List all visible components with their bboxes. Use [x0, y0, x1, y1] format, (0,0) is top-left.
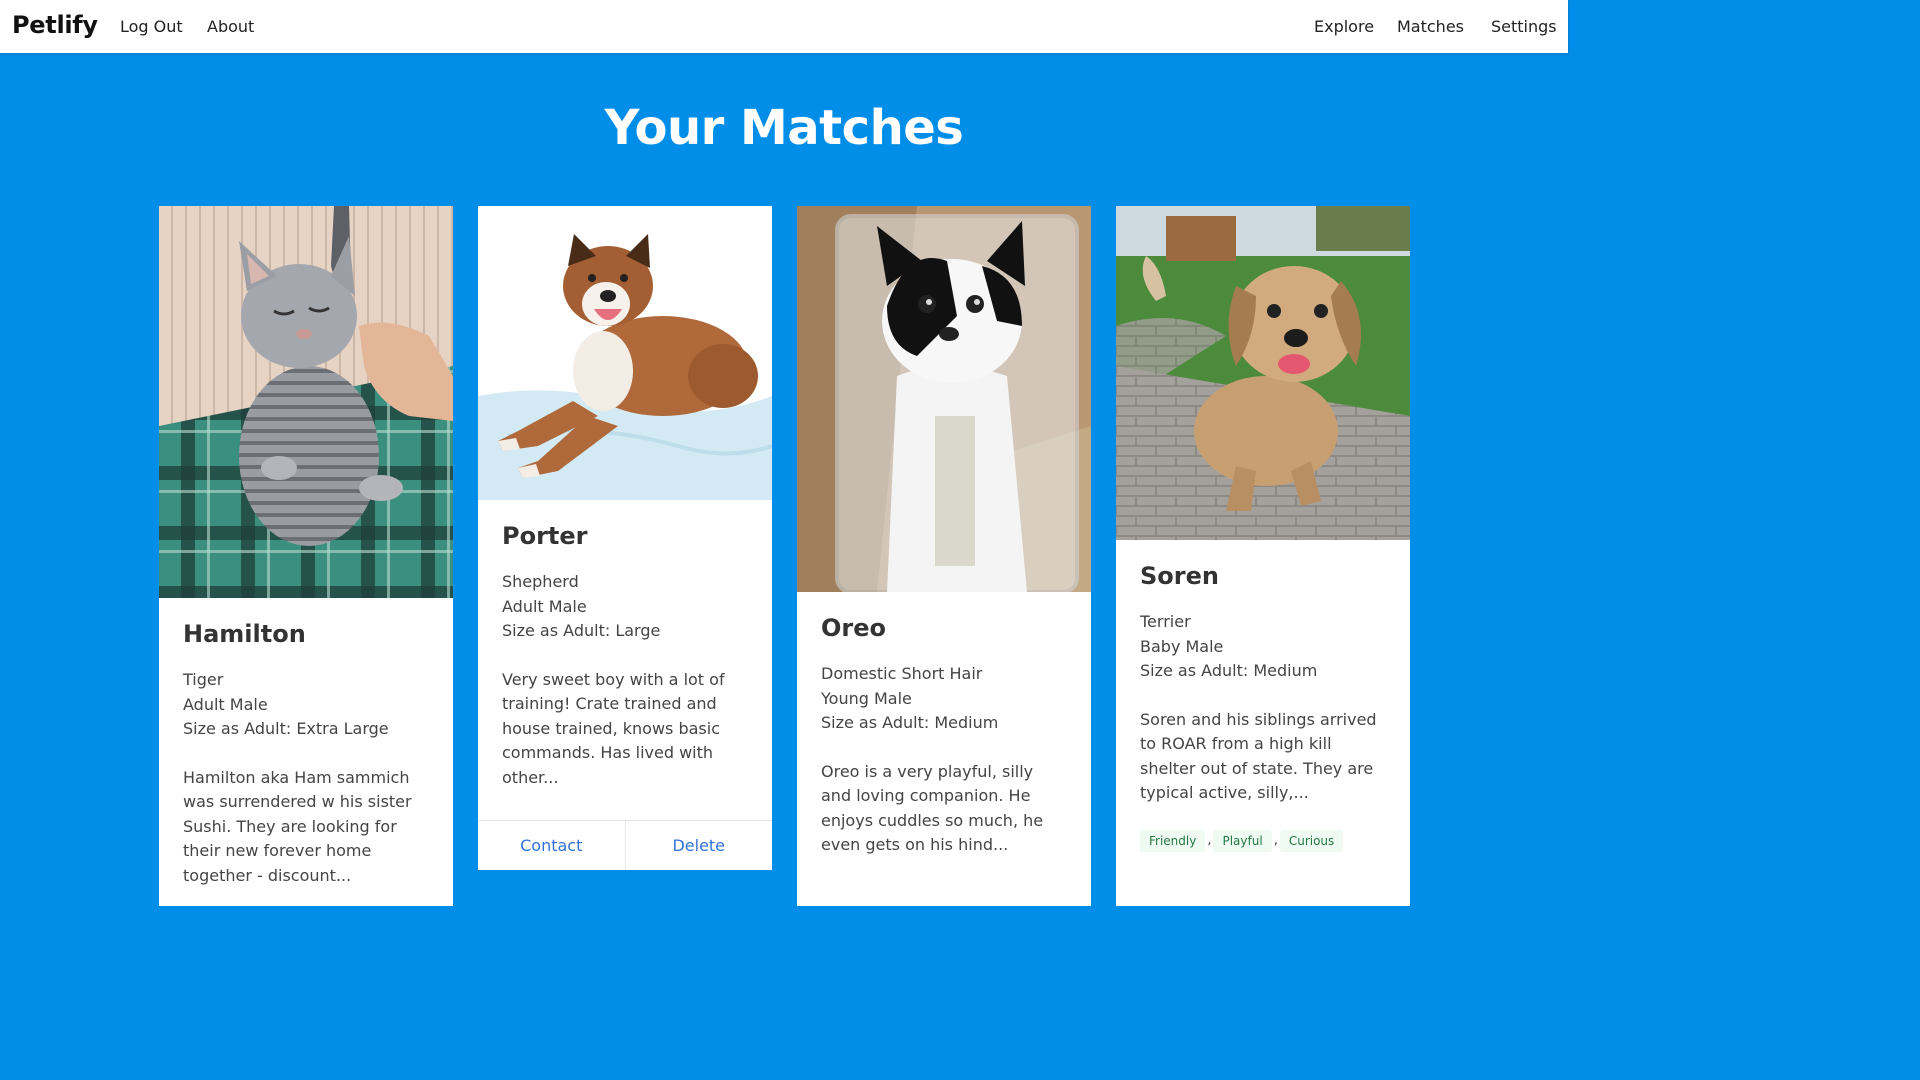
nav-settings-link[interactable]: Settings: [1491, 17, 1557, 36]
delete-button[interactable]: Delete: [624, 821, 773, 870]
pet-breed: Domestic Short Hair: [821, 664, 983, 683]
nav-explore-link[interactable]: Explore: [1314, 17, 1374, 36]
pet-description: Soren and his siblings arrived to ROAR f…: [1140, 709, 1377, 803]
tag-playful: Playful: [1213, 829, 1272, 852]
card-actions: Contact Delete: [478, 820, 772, 870]
pet-name: Oreo: [821, 614, 887, 642]
pet-age-sex: Young Male: [821, 688, 912, 708]
match-card-porter: Porter Shepherd Adult Male Size as Adult…: [478, 206, 772, 870]
tag-friendly: Friendly: [1140, 829, 1206, 852]
pet-size: Size as Adult: Large: [502, 621, 661, 640]
pet-size: Size as Adult: Medium: [1140, 661, 1318, 680]
pet-size: Size as Adult: Extra Large: [183, 719, 389, 738]
pet-photo[interactable]: [478, 206, 772, 500]
pet-age-sex: Adult Male: [183, 694, 268, 714]
contact-button[interactable]: Contact: [478, 821, 625, 870]
tag-separator: ,: [1207, 833, 1212, 848]
pet-size: Size as Adult: Medium: [821, 713, 999, 732]
nav-about-link[interactable]: About: [207, 17, 254, 36]
pet-age-sex: Adult Male: [502, 596, 587, 616]
pet-description: Very sweet boy with a lot of training! C…: [502, 669, 725, 787]
cat-photo-image: [797, 206, 1091, 592]
pet-tags: Friendly , Playful , Curious: [1140, 829, 1386, 852]
dog-photo-image: [1116, 206, 1410, 540]
pet-photo[interactable]: [1116, 206, 1410, 540]
tag-curious: Curious: [1279, 829, 1344, 852]
pet-photo[interactable]: [797, 206, 1091, 592]
pet-breed: Terrier: [1140, 612, 1191, 631]
dog-photo-image: [478, 206, 772, 500]
top-navbar: Petlify Log Out About Explore Matches Se…: [0, 0, 1568, 53]
brand-logo[interactable]: Petlify: [12, 11, 98, 39]
pet-age-sex: Baby Male: [1140, 636, 1224, 656]
tag-separator: ,: [1273, 833, 1278, 848]
pet-description: Hamilton aka Ham sammich was surrendered…: [183, 767, 412, 885]
match-card-hamilton: Hamilton Tiger Adult Male Size as Adult:…: [159, 206, 453, 906]
pet-description: Oreo is a very playful, silly and loving…: [821, 761, 1044, 855]
pet-name: Hamilton: [183, 620, 306, 648]
match-card-soren: Soren Terrier Baby Male Size as Adult: M…: [1116, 206, 1410, 906]
pet-breed: Tiger: [183, 670, 224, 689]
nav-matches-link[interactable]: Matches: [1397, 17, 1464, 36]
pet-breed: Shepherd: [502, 572, 579, 591]
nav-log-out-link[interactable]: Log Out: [120, 17, 183, 36]
page-title: Your Matches: [604, 100, 964, 156]
cat-photo-image: [159, 206, 453, 598]
match-card-oreo: Oreo Domestic Short Hair Young Male Size…: [797, 206, 1091, 906]
pet-name: Soren: [1140, 562, 1219, 590]
pet-name: Porter: [502, 522, 588, 550]
pet-photo[interactable]: [159, 206, 453, 598]
